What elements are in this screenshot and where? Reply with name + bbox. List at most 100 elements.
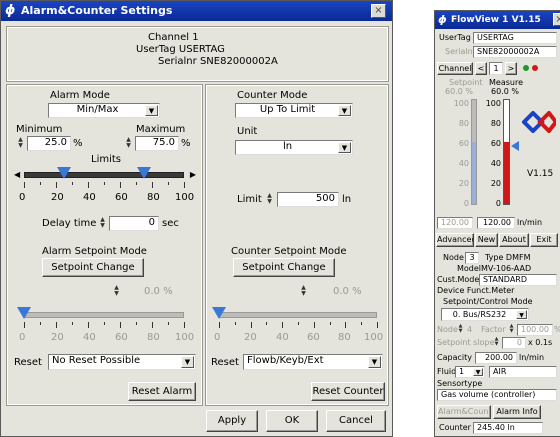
counter-reset-select[interactable]: Flowb/Keyb/Ext ▼ xyxy=(243,354,383,370)
counter-setpoint-spinner[interactable]: ▲ ▼ xyxy=(299,285,308,297)
flowview-logo-icon: ϕ xyxy=(5,3,16,18)
alarm-setpoint-value: 0.0 % xyxy=(144,286,173,297)
slider-tick xyxy=(329,322,331,325)
cancel-button[interactable]: Cancel xyxy=(326,410,386,432)
setpoint-vertical-slider[interactable] xyxy=(471,99,477,205)
chevron-down-icon: ▼ xyxy=(338,105,351,116)
reset-alarm-button[interactable]: Reset Alarm xyxy=(128,382,196,401)
fluid-select[interactable]: 1 ▼ xyxy=(455,366,485,378)
limit-unit: ln xyxy=(342,194,352,205)
limit-field[interactable]: 500 xyxy=(277,192,339,207)
setpoint-slope-spinner[interactable]: ▲ ▼ xyxy=(492,337,501,347)
channel-field: 1 xyxy=(489,62,503,75)
node2-value: 4 xyxy=(467,325,473,334)
measure-percent: 60.0 % xyxy=(491,87,519,96)
serial-label: Serialnr SNE82000002A xyxy=(158,56,278,67)
flow-unit: ln/min xyxy=(517,218,543,227)
channel-next-button[interactable]: > xyxy=(505,62,517,75)
counter-reset-label: Reset xyxy=(211,357,239,368)
close-button[interactable]: × xyxy=(371,4,386,18)
capacity-field: 200.00 xyxy=(475,352,517,364)
version-label: V1.15 xyxy=(527,169,554,179)
delay-field[interactable]: 0 xyxy=(109,216,159,231)
setpoint-control-mode-select[interactable]: 0. Bus/RS232 ▼ xyxy=(441,308,529,321)
maximum-slider-thumb[interactable] xyxy=(137,167,151,179)
unit-label: Unit xyxy=(237,126,258,137)
channel-prev-button[interactable]: < xyxy=(475,62,487,75)
measure-label: Measure xyxy=(489,78,523,87)
maximum-spinner[interactable]: ▲ ▼ xyxy=(124,137,133,149)
slider-tick xyxy=(298,322,299,325)
alarm-setpoint-spinner[interactable]: ▲ ▼ xyxy=(112,285,121,297)
counter-setpoint-value: 0.0 % xyxy=(333,286,362,297)
apply-button[interactable]: Apply xyxy=(206,410,258,432)
close-button[interactable]: × xyxy=(553,13,560,26)
slider-tick xyxy=(345,322,347,328)
slider-tick xyxy=(120,322,121,328)
slider-track xyxy=(24,312,184,318)
alarm-reset-select[interactable]: No Reset Possible ▼ xyxy=(48,354,196,370)
slider-tick xyxy=(40,182,41,185)
serialnr-field: SNE82000002A xyxy=(473,46,557,58)
delay-spinner[interactable]: ▲ ▼ xyxy=(98,217,107,229)
channel-button[interactable]: Channel xyxy=(437,62,473,75)
tab-alarm-counter[interactable]: Alarm&Counter xyxy=(437,405,491,419)
window-title: FlowView 1 V1.15 xyxy=(451,15,541,25)
counter-setpoint-thumb[interactable] xyxy=(212,307,226,319)
usertag-field[interactable]: USERTAG xyxy=(473,32,557,44)
channel-info-panel: Channel 1 UserTag USERTAG Serialnr SNE82… xyxy=(6,26,389,82)
limit-spinner[interactable]: ▲ ▼ xyxy=(265,193,274,205)
measure-fill xyxy=(504,141,509,204)
tab-advanced[interactable]: Advanced xyxy=(436,233,474,247)
measure-pointer xyxy=(511,141,519,151)
slider-tick xyxy=(136,322,137,325)
slider-tick xyxy=(56,322,57,328)
tab-exit[interactable]: Exit xyxy=(530,233,558,247)
alarm-mode-select[interactable]: Min/Max ▼ xyxy=(48,103,160,118)
counter-setpoint-change-button[interactable]: Setpoint Change xyxy=(233,258,335,277)
tab-about[interactable]: About xyxy=(499,233,529,247)
alarm-setpoint-thumb[interactable] xyxy=(17,307,31,319)
slider-tick xyxy=(104,182,105,185)
slider-tick xyxy=(72,322,73,325)
alarm-setpoint-change-button[interactable]: Setpoint Change xyxy=(42,258,144,277)
tab-alarm-info[interactable]: Alarm Info xyxy=(493,405,541,419)
slider-tick xyxy=(184,322,185,328)
minimum-spinner[interactable]: ▲ ▼ xyxy=(16,137,25,149)
type-label: Type DMFM xyxy=(485,253,531,262)
slider-tick xyxy=(136,182,137,185)
slider-tick xyxy=(56,182,57,188)
minimum-slider-thumb[interactable] xyxy=(57,167,71,179)
slider-tick xyxy=(88,322,89,328)
setpoint-scale: 100 80 60 40 20 0 xyxy=(453,99,469,208)
counter-panel: Counter Mode Up To Limit ▼ Unit ln ▼ Limit… xyxy=(205,84,389,406)
maximum-unit: % xyxy=(181,138,191,149)
node2-spinner[interactable]: ▲ ▼ xyxy=(456,324,465,334)
setpoint-slope-label: Setpoint slope xyxy=(437,338,495,347)
flow-setpoint-field[interactable]: 120.00 xyxy=(437,217,473,229)
alarm-counter-settings-window: ϕ Alarm&Counter Settings × Channel 1 Use… xyxy=(0,0,393,437)
factor-spinner[interactable]: ▲ ▼ xyxy=(507,324,516,334)
slider-tick xyxy=(24,182,25,188)
ok-button[interactable]: OK xyxy=(266,410,318,432)
tab-new[interactable]: New xyxy=(475,233,498,247)
factor-field[interactable]: 100.00 xyxy=(517,324,553,336)
alarm-setpoint-scale: 0 20 40 60 80 100 xyxy=(19,332,195,343)
counter-mode-select[interactable]: Up To Limit ▼ xyxy=(235,103,353,118)
minimum-unit: % xyxy=(73,138,83,149)
minimum-field[interactable]: 25.0 xyxy=(27,136,71,151)
window-title: Alarm&Counter Settings xyxy=(21,4,173,17)
slider-tick xyxy=(152,182,153,188)
setpoint-control-mode-label: Setpoint/Control Mode xyxy=(443,297,533,306)
sensortype-label: Sensortype xyxy=(437,379,483,388)
slider-tick xyxy=(168,322,169,325)
limits-scale: 0 20 40 60 80 100 xyxy=(19,192,195,203)
counter-mode-label: Counter Mode xyxy=(237,90,308,101)
setpoint-slope-field[interactable]: 0 xyxy=(502,337,526,349)
reset-counter-button[interactable]: Reset Counter xyxy=(311,382,385,401)
unit-select[interactable]: ln ▼ xyxy=(235,140,353,155)
arrow-right-icon: ▶ xyxy=(189,170,196,179)
maximum-field[interactable]: 75.0 xyxy=(135,136,179,151)
chevron-down-icon: ▼ xyxy=(145,105,158,116)
title-bar: ϕ FlowView 1 V1.15 xyxy=(435,11,560,29)
